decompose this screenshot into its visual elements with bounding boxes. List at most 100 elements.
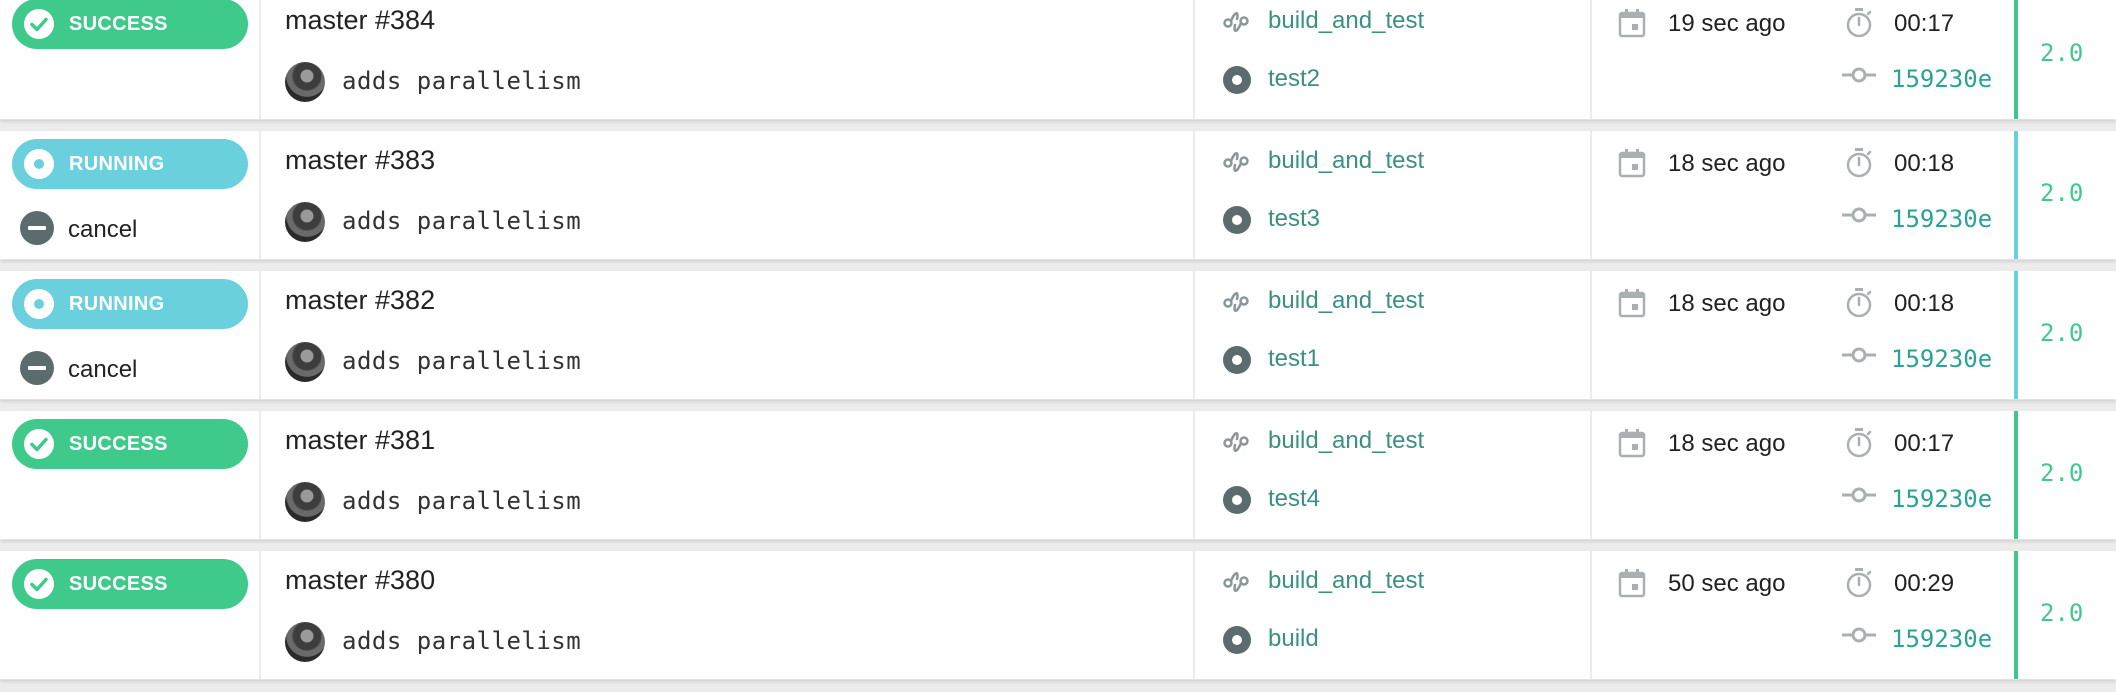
avatar — [285, 62, 325, 102]
avatar — [285, 202, 325, 242]
job-link[interactable]: test3 — [1268, 205, 1320, 233]
build-title[interactable]: master #384 — [285, 5, 435, 36]
status-badge[interactable]: RUNNING — [12, 139, 248, 189]
job-icon — [1223, 66, 1251, 94]
duration: 00:18 — [1894, 150, 1955, 177]
pipeline-icon — [1223, 292, 1249, 312]
version-cell: 2.0 — [2014, 131, 2116, 259]
status-cell: RUNNING cancel — [0, 271, 261, 399]
timer-icon — [1846, 288, 1872, 318]
status-badge[interactable]: SUCCESS — [12, 559, 248, 609]
pipeline-cell: build_and_test test1 — [1195, 271, 1592, 399]
status-label: SUCCESS — [69, 13, 168, 35]
pipeline-link[interactable]: build_and_test — [1268, 147, 1424, 175]
build-title[interactable]: master #381 — [285, 425, 435, 456]
build-info-cell: master #382 adds parallelism — [261, 271, 1195, 399]
job-link[interactable]: test1 — [1268, 345, 1320, 373]
time-ago: 18 sec ago — [1668, 150, 1786, 177]
job-link[interactable]: build — [1268, 625, 1319, 653]
duration: 00:29 — [1894, 570, 1955, 597]
commit-message: adds parallelism — [342, 67, 582, 95]
status-cell: SUCCESS — [0, 411, 261, 539]
status-badge[interactable]: SUCCESS — [12, 0, 248, 49]
timing-cell: 18 sec ago 00:18 159230e — [1592, 271, 2014, 399]
pipeline-cell: build_and_test test2 — [1195, 0, 1592, 119]
status-badge[interactable]: RUNNING — [12, 279, 248, 329]
job-link[interactable]: test2 — [1268, 65, 1320, 93]
commit-sha-link[interactable]: 159230e — [1891, 345, 1992, 373]
version-cell: 2.0 — [2014, 0, 2116, 119]
calendar-icon — [1618, 569, 1646, 598]
commit-message: adds parallelism — [342, 207, 582, 235]
commit-sha-link[interactable]: 159230e — [1891, 625, 1992, 653]
build-row[interactable]: SUCCESS master #380 adds parallelism bui… — [0, 551, 2116, 680]
build-info-cell: master #380 adds parallelism — [261, 551, 1195, 679]
status-cell: SUCCESS — [0, 0, 261, 119]
pipeline-icon — [1223, 152, 1249, 172]
timer-icon — [1846, 428, 1872, 458]
status-label: RUNNING — [69, 293, 165, 315]
status-cell: RUNNING cancel — [0, 131, 261, 259]
build-row[interactable]: RUNNING cancel master #382 adds parallel… — [0, 271, 2116, 400]
running-icon — [24, 149, 54, 179]
commit-icon — [1842, 207, 1876, 223]
pipeline-link[interactable]: build_and_test — [1268, 427, 1424, 455]
pipeline-icon — [1223, 12, 1249, 32]
avatar — [285, 622, 325, 662]
build-info-cell: master #384 adds parallelism — [261, 0, 1195, 119]
commit-sha-link[interactable]: 159230e — [1891, 205, 1992, 233]
pipeline-icon — [1223, 432, 1249, 452]
pipeline-link[interactable]: build_and_test — [1268, 7, 1424, 35]
pipeline-cell: build_and_test test4 — [1195, 411, 1592, 539]
cancel-button[interactable]: cancel — [20, 351, 220, 385]
check-circle-icon — [24, 569, 54, 599]
commit-sha-link[interactable]: 159230e — [1891, 485, 1992, 513]
build-title[interactable]: master #382 — [285, 285, 435, 316]
commit-message: adds parallelism — [342, 347, 582, 375]
build-title[interactable]: master #380 — [285, 565, 435, 596]
version: 2.0 — [2040, 319, 2084, 347]
avatar — [285, 482, 325, 522]
commit-sha-link[interactable]: 159230e — [1891, 65, 1992, 93]
commit-icon — [1842, 487, 1876, 503]
pipeline-link[interactable]: build_and_test — [1268, 567, 1424, 595]
build-title[interactable]: master #383 — [285, 145, 435, 176]
status-badge[interactable]: SUCCESS — [12, 419, 248, 469]
build-row[interactable]: SUCCESS master #384 adds parallelism bui… — [0, 0, 2116, 120]
cancel-button[interactable]: cancel — [20, 211, 220, 245]
calendar-icon — [1618, 289, 1646, 318]
job-link[interactable]: test4 — [1268, 485, 1320, 513]
check-circle-icon — [24, 429, 54, 459]
timing-cell: 19 sec ago 00:17 159230e — [1592, 0, 2014, 119]
timing-cell: 18 sec ago 00:17 159230e — [1592, 411, 2014, 539]
version: 2.0 — [2040, 459, 2084, 487]
job-icon — [1223, 206, 1251, 234]
calendar-icon — [1618, 9, 1646, 38]
commit-message: adds parallelism — [342, 627, 582, 655]
pipeline-cell: build_and_test build — [1195, 551, 1592, 679]
status-label: RUNNING — [69, 153, 165, 175]
timer-icon — [1846, 8, 1872, 38]
pipeline-icon — [1223, 572, 1249, 592]
job-icon — [1223, 346, 1251, 374]
cancel-label: cancel — [68, 356, 138, 383]
status-label: SUCCESS — [69, 573, 168, 595]
calendar-icon — [1618, 149, 1646, 178]
job-icon — [1223, 486, 1251, 514]
build-row[interactable]: RUNNING cancel master #383 adds parallel… — [0, 131, 2116, 260]
commit-icon — [1842, 67, 1876, 83]
cancel-label: cancel — [68, 216, 138, 243]
commit-icon — [1842, 627, 1876, 643]
build-row[interactable]: SUCCESS master #381 adds parallelism bui… — [0, 411, 2116, 540]
version: 2.0 — [2040, 39, 2084, 67]
calendar-icon — [1618, 429, 1646, 458]
version: 2.0 — [2040, 599, 2084, 627]
pipeline-cell: build_and_test test3 — [1195, 131, 1592, 259]
check-circle-icon — [24, 9, 54, 39]
pipeline-link[interactable]: build_and_test — [1268, 287, 1424, 315]
commit-icon — [1842, 347, 1876, 363]
job-icon — [1223, 626, 1251, 654]
duration: 00:17 — [1894, 430, 1955, 457]
timer-icon — [1846, 568, 1872, 598]
time-ago: 18 sec ago — [1668, 430, 1786, 457]
